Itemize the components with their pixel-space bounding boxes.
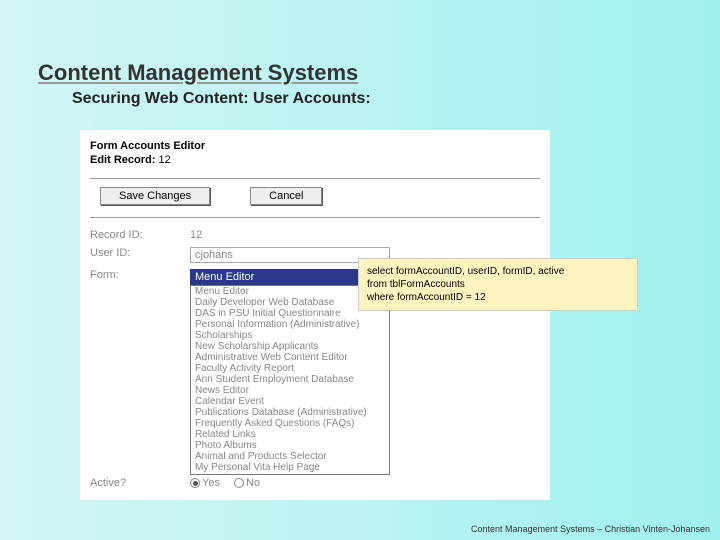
form-select-option[interactable]: Publications Database (Administrative)	[191, 407, 389, 418]
divider	[90, 178, 540, 179]
sql-callout: select formAccountID, userID, formID, ac…	[358, 258, 638, 311]
cancel-button[interactable]: Cancel	[250, 187, 322, 205]
form-select-option[interactable]: Administrative Web Content Editor	[191, 352, 389, 363]
record-id-row: Record ID: 12	[80, 226, 550, 244]
form-select-dropdown[interactable]: Menu EditorDaily Developer Web DatabaseD…	[190, 285, 390, 475]
sql-line: from tblFormAccounts	[367, 278, 629, 291]
active-yes-label: Yes	[202, 477, 220, 489]
form-select-option[interactable]: Personal Information (Administrative)	[191, 319, 389, 330]
active-no-label: No	[246, 477, 260, 489]
form-select-option[interactable]: News Editor	[191, 385, 389, 396]
save-button[interactable]: Save Changes	[100, 187, 210, 205]
form-select-option[interactable]: Ann Student Employment Database	[191, 374, 389, 385]
form-select-option[interactable]: Faculty Activity Report	[191, 363, 389, 374]
form-select-option[interactable]: Related Links	[191, 429, 389, 440]
form-select-option[interactable]: Scholarships	[191, 330, 389, 341]
form-select-option[interactable]: My Personal Vita Help Page	[191, 462, 389, 473]
active-no-radio[interactable]: No	[234, 477, 260, 489]
active-row: Active? Yes No	[80, 474, 270, 492]
divider	[90, 217, 540, 218]
slide-footer: Content Management Systems – Christian V…	[471, 524, 710, 534]
sql-line: select formAccountID, userID, formID, ac…	[367, 265, 629, 278]
radio-icon	[190, 478, 200, 488]
slide-subtitle: Securing Web Content: User Accounts:	[0, 86, 720, 108]
radio-icon	[234, 478, 244, 488]
form-accounts-editor: Form Accounts Editor Edit Record: 12 Sav…	[80, 130, 550, 500]
active-label: Active?	[90, 477, 190, 489]
record-id-label: Record ID:	[90, 229, 190, 241]
form-label: Form:	[90, 269, 190, 281]
edit-record-label: Edit Record:	[90, 154, 155, 166]
form-select-option[interactable]: New Scholarship Applicants	[191, 341, 389, 352]
edit-record-value: 12	[158, 154, 170, 166]
sql-line: where formAccountID = 12	[367, 291, 629, 304]
active-yes-radio[interactable]: Yes	[190, 477, 220, 489]
form-select-option[interactable]: Calendar Event	[191, 396, 389, 407]
form-select-option[interactable]: Animal and Products Selector	[191, 451, 389, 462]
editor-header: Form Accounts Editor	[80, 130, 550, 154]
form-select-option[interactable]: Frequently Asked Questions (FAQs)	[191, 418, 389, 429]
active-radio-group: Yes No	[190, 477, 260, 489]
user-id-label: User ID:	[90, 247, 190, 263]
button-row: Save Changes Cancel	[80, 187, 550, 213]
editor-subheader: Edit Record: 12	[80, 154, 550, 174]
record-id-value: 12	[190, 229, 202, 241]
form-select-option[interactable]: Photo Albums	[191, 440, 389, 451]
form-select-value: Menu Editor	[195, 271, 254, 283]
slide-title: Content Management Systems	[0, 0, 720, 86]
